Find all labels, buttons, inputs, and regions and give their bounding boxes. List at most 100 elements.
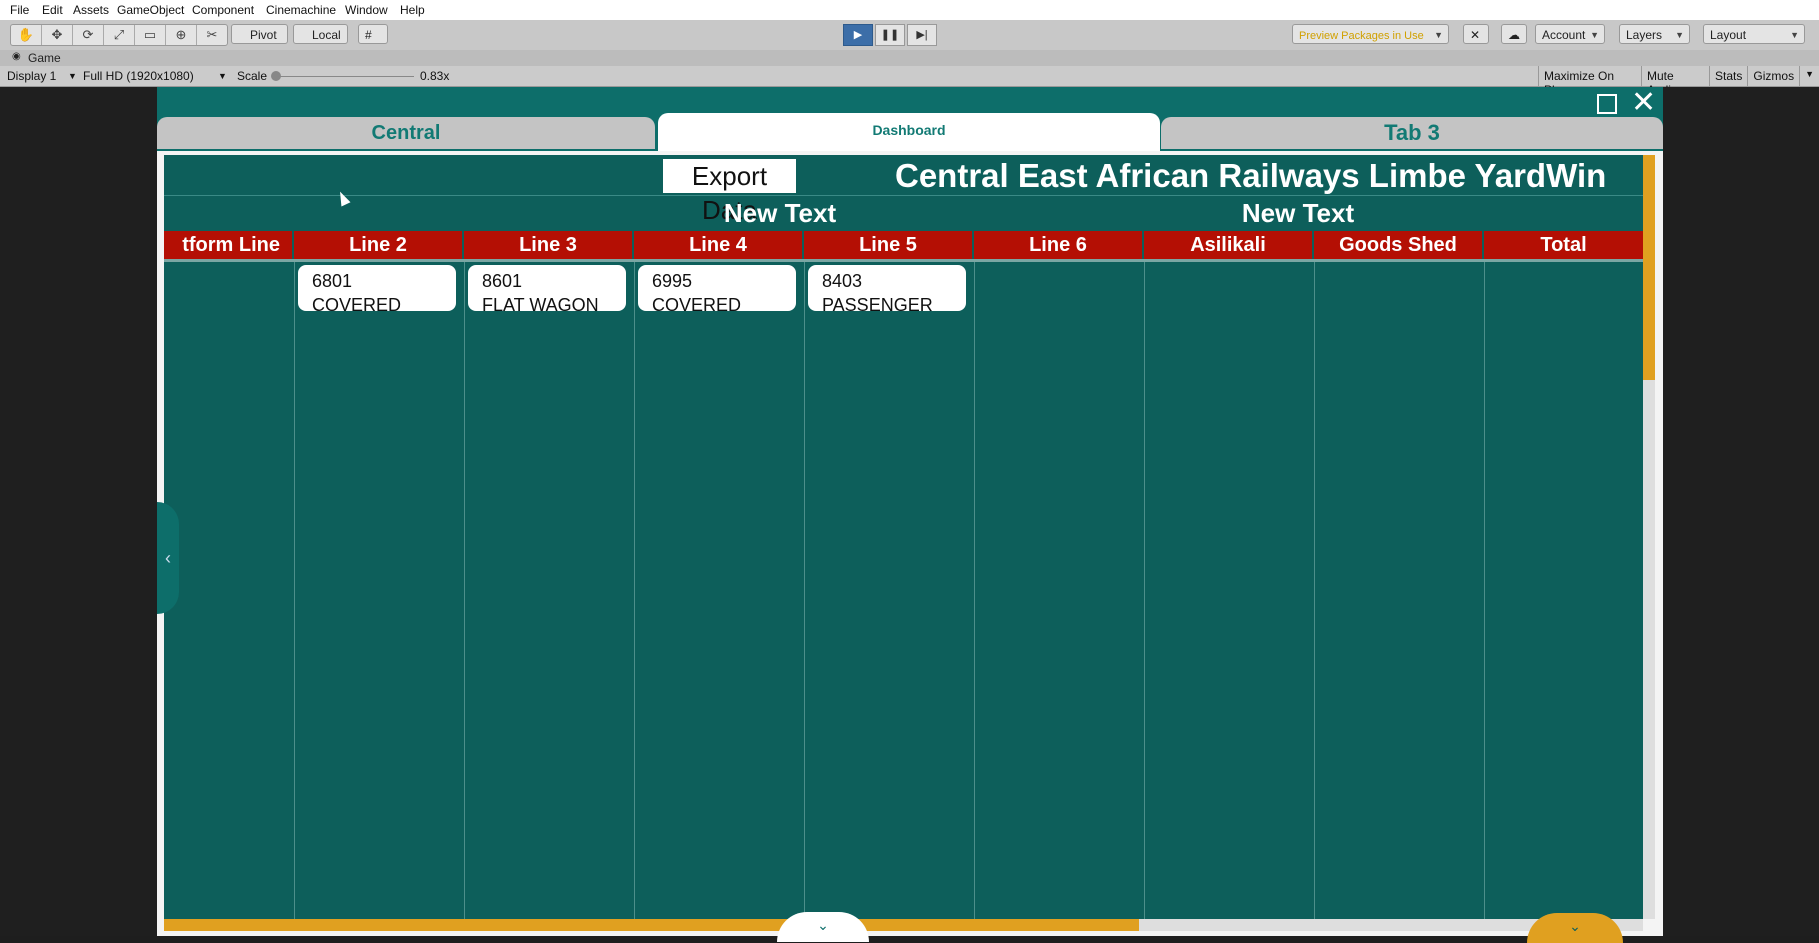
layout-label: Layout — [1710, 28, 1747, 42]
export-data-button[interactable]: Export Data — [663, 159, 796, 225]
wagon-card[interactable]: 6995 COVERED — [638, 265, 796, 315]
wagon-card[interactable]: 8403 PASSENGER — [808, 265, 966, 315]
side-panel-toggle[interactable]: ‹ — [157, 502, 179, 614]
column-divider — [634, 262, 635, 919]
horizontal-scrollbar[interactable] — [164, 919, 1643, 931]
account-dropdown[interactable]: Account ▼ — [1535, 24, 1605, 44]
preview-packages-label: Preview Packages in Use — [1299, 30, 1424, 42]
stats-toggle[interactable]: Stats — [1709, 66, 1747, 86]
column-divider — [1314, 262, 1315, 919]
chevron-down-icon: ⌄ — [817, 917, 829, 933]
wagon-number: 8403 — [822, 271, 863, 291]
tab-dashboard[interactable]: Dashboard — [658, 113, 1160, 151]
column-divider — [804, 262, 805, 919]
pivot-label: Pivot — [250, 28, 277, 42]
game-view-options: Maximize On Play Mute Audio Stats Gizmos… — [1538, 66, 1819, 97]
step-icon[interactable]: ▶| — [907, 24, 937, 46]
pause-icon[interactable]: ❚❚ — [875, 24, 905, 46]
cloud-icon[interactable]: ☁ — [1501, 24, 1527, 44]
maximize-on-play-toggle[interactable]: Maximize On Play — [1538, 66, 1641, 97]
column-divider — [294, 262, 295, 919]
menu-file[interactable]: File — [10, 3, 29, 17]
chevron-down-icon: ▼ — [68, 71, 77, 81]
preview-packages-dropdown[interactable]: Preview Packages in Use ▼ — [1292, 24, 1449, 44]
wagon-type: COVERED — [312, 295, 402, 315]
column-divider — [974, 262, 975, 919]
app-window: ✕ Central Dashboard Tab 3 Export Data Ce… — [157, 87, 1663, 943]
chevron-left-icon: ‹ — [165, 548, 171, 568]
collab-icon[interactable]: ✕ — [1463, 24, 1489, 44]
resolution-dropdown[interactable]: Full HD (1920x1080) — [83, 69, 194, 83]
display-dropdown[interactable]: Display 1 — [7, 69, 56, 83]
menu-gameobject[interactable]: GameObject — [117, 3, 184, 17]
grid-snap-icon[interactable]: # — [358, 24, 388, 44]
wagon-type: COVERED — [652, 295, 742, 315]
column-header-line-6: Line 6 — [974, 231, 1144, 259]
tab-3[interactable]: Tab 3 — [1161, 117, 1663, 149]
wagon-type: PASSENGER — [822, 295, 933, 315]
scale-icon[interactable]: ⤢ — [104, 25, 135, 45]
title-row: Export Data Central East African Railway… — [164, 155, 1643, 225]
account-label: Account — [1542, 28, 1586, 42]
column-header-line-3: Line 3 — [464, 231, 634, 259]
vertical-scrollbar[interactable] — [1643, 155, 1655, 919]
menu-bar: File Edit Assets GameObject Component Ci… — [0, 0, 1819, 20]
scale-label: Scale — [237, 69, 268, 83]
maximize-icon[interactable] — [1597, 94, 1617, 114]
scale-value: 0.83x — [420, 69, 450, 83]
mute-audio-toggle[interactable]: Mute Audio — [1640, 66, 1709, 97]
column-header-line-5: Line 5 — [804, 231, 974, 259]
play-icon[interactable]: ▶ — [843, 24, 873, 46]
header-divider — [164, 259, 1643, 262]
column-header-asilikali: Asilikali — [1144, 231, 1314, 259]
dashboard-content: Export Data Central East African Railway… — [164, 155, 1643, 919]
column-header-total: Total — [1484, 231, 1643, 259]
chevron-down-icon: ▼ — [1675, 30, 1684, 40]
layers-label: Layers — [1626, 28, 1663, 42]
column-divider — [1484, 262, 1485, 919]
column-divider — [1144, 262, 1145, 919]
chevron-down-icon: ▼ — [1790, 30, 1799, 40]
menu-window[interactable]: Window — [345, 3, 388, 17]
wagon-number: 8601 — [482, 271, 523, 291]
rect-icon[interactable]: ▭ — [135, 25, 166, 45]
game-window-tab[interactable]: ◉ Game — [0, 50, 1819, 66]
menu-component[interactable]: Component — [192, 3, 254, 17]
column-header-line-4: Line 4 — [634, 231, 804, 259]
move-icon[interactable]: ✥ — [42, 25, 73, 45]
pivot-toggle[interactable]: Pivot — [231, 24, 288, 44]
horizontal-scroll-thumb[interactable] — [164, 919, 1139, 931]
chevron-down-icon: ▼ — [1799, 66, 1819, 86]
game-tab-label: Game — [28, 51, 61, 65]
menu-cinemachine[interactable]: Cinemachine — [266, 3, 336, 17]
wagon-type: FLAT WAGON — [482, 295, 599, 315]
game-icon: ◉ — [12, 51, 21, 62]
menu-help[interactable]: Help — [400, 3, 425, 17]
menu-assets[interactable]: Assets — [73, 3, 109, 17]
bottom-panel-toggle[interactable]: ⌄ — [777, 912, 869, 942]
custom-tool-icon[interactable]: ✂ — [197, 25, 227, 45]
wagon-number: 6801 — [312, 271, 353, 291]
rotate-icon[interactable]: ⟳ — [73, 25, 104, 45]
page-title: Central East African Railways Limbe Yard… — [895, 157, 1607, 194]
close-icon[interactable]: ✕ — [1631, 88, 1656, 118]
transform-icon[interactable]: ⊕ — [166, 25, 197, 45]
tab-central[interactable]: Central — [157, 117, 655, 149]
scale-slider-track[interactable] — [276, 76, 414, 77]
wagon-card[interactable]: 6801 COVERED — [298, 265, 456, 315]
menu-edit[interactable]: Edit — [42, 3, 63, 17]
gizmos-dropdown[interactable]: Gizmos — [1747, 66, 1799, 86]
chevron-down-icon: ▼ — [218, 71, 227, 81]
column-divider — [464, 262, 465, 919]
local-toggle[interactable]: Local — [293, 24, 348, 44]
layout-dropdown[interactable]: Layout ▼ — [1703, 24, 1805, 44]
tool-group: ✋ ✥ ⟳ ⤢ ▭ ⊕ ✂ — [10, 24, 228, 46]
column-header-platform-line: tform Line — [164, 231, 294, 259]
scale-slider-handle[interactable] — [271, 71, 281, 81]
hand-icon[interactable]: ✋ — [11, 25, 42, 45]
local-label: Local — [312, 28, 341, 42]
wagon-card[interactable]: 8601 FLAT WAGON — [468, 265, 626, 315]
layers-dropdown[interactable]: Layers ▼ — [1619, 24, 1690, 44]
vertical-scroll-thumb[interactable] — [1643, 155, 1655, 380]
corner-panel-toggle[interactable]: ⌄ — [1527, 913, 1623, 943]
